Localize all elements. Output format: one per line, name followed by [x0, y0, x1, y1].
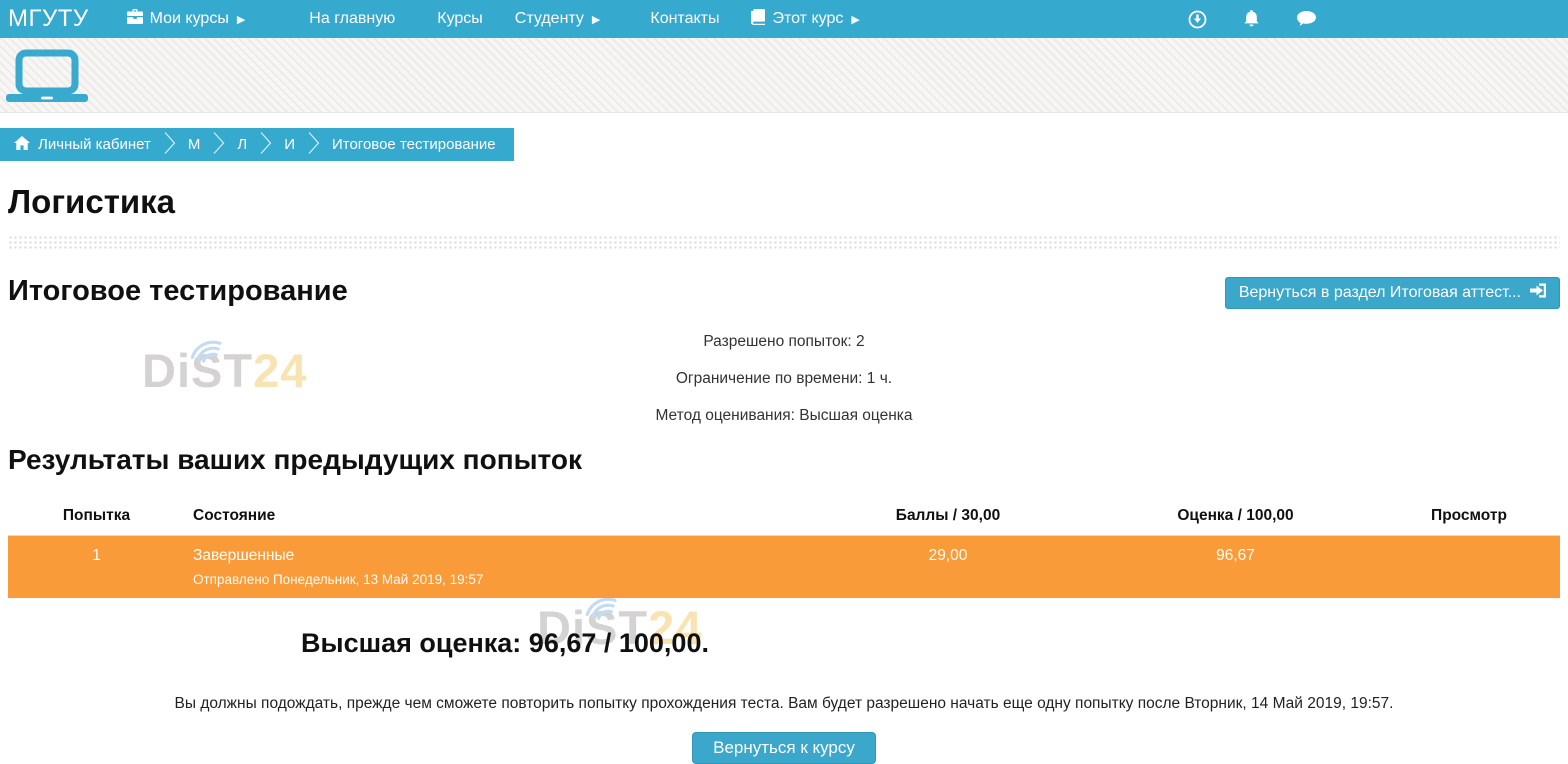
attempt-state-cell: Завершенные Отправлено Понедельник, 13 М…: [185, 536, 803, 599]
back-to-section-button[interactable]: Вернуться в раздел Итоговая аттест...: [1225, 277, 1560, 309]
navbar-right-icons: [1188, 0, 1317, 38]
nav-item-student[interactable]: Студенту ▶: [515, 10, 601, 28]
attempts-table: Попытка Состояние Баллы / 30,00 Оценка /…: [8, 498, 1560, 598]
dotted-divider: [8, 235, 1560, 249]
breadcrumb-separator-icon: [212, 131, 225, 159]
nav-item-label: Этот курс: [772, 10, 843, 28]
back-to-course-label: Вернуться к курсу: [713, 738, 855, 758]
results-heading: Результаты ваших предыдущих попыток: [8, 444, 1560, 476]
brand-logo[interactable]: МГУТУ: [0, 5, 99, 33]
col-header-review: Просмотр: [1378, 498, 1560, 536]
grading-method-text: Метод оценивания: Высшая оценка: [0, 407, 1568, 425]
breadcrumb-item-current: Итоговое тестирование: [332, 136, 496, 153]
attempt-state: Завершенные: [193, 547, 795, 565]
breadcrumb-item-dashboard[interactable]: Личный кабинет: [14, 136, 151, 154]
attempts-table-header-row: Попытка Состояние Баллы / 30,00 Оценка /…: [8, 498, 1560, 536]
nav-item-courses[interactable]: Курсы: [437, 10, 483, 28]
final-grade-text: Высшая оценка: 96,67 / 100,00.: [0, 628, 1010, 659]
nav-item-label: Курсы: [437, 10, 483, 28]
course-title: Логистика: [8, 183, 1560, 221]
breadcrumb-separator-icon: [307, 131, 320, 159]
back-to-course-button[interactable]: Вернуться к курсу: [692, 732, 876, 764]
quiz-info: Разрешено попыток: 2 Ограничение по врем…: [0, 333, 1568, 425]
breadcrumb-item-i[interactable]: И: [284, 136, 295, 153]
attempt-marks-cell: 29,00: [803, 536, 1093, 599]
home-icon: [14, 136, 30, 154]
attempt-submitted-detail: Отправлено Понедельник, 13 Май 2019, 19:…: [193, 572, 795, 587]
nav-item-contacts[interactable]: Контакты: [650, 10, 719, 28]
submenu-arrow-icon: ▶: [237, 13, 245, 26]
col-header-grade: Оценка / 100,00: [1093, 498, 1378, 536]
breadcrumb-item-l[interactable]: Л: [237, 136, 247, 153]
book-icon: [751, 9, 765, 30]
breadcrumb-label: Личный кабинет: [38, 136, 151, 153]
breadcrumb-separator-icon: [163, 131, 176, 159]
submenu-arrow-icon: ▶: [851, 13, 859, 26]
col-header-marks: Баллы / 30,00: [803, 498, 1093, 536]
site-header-band: [0, 38, 1568, 113]
hide-blocks-icon[interactable]: [1188, 10, 1207, 29]
nav-item-label: На главную: [309, 10, 395, 28]
attempt-review-cell: [1378, 536, 1560, 599]
back-to-section-label: Вернуться в раздел Итоговая аттест...: [1239, 284, 1521, 302]
time-limit-text: Ограничение по времени: 1 ч.: [0, 370, 1568, 388]
breadcrumb: Личный кабинет М Л И Итоговое тестирован…: [0, 128, 514, 161]
quiz-title: Итоговое тестирование: [8, 275, 348, 308]
attempt-table-row: 1 Завершенные Отправлено Понедельник, 13…: [8, 536, 1560, 599]
sign-in-arrow-icon: [1530, 283, 1546, 303]
nav-item-this-course[interactable]: Этот курс ▶: [751, 9, 859, 30]
attempt-grade-cell: 96,67: [1093, 536, 1378, 599]
briefcase-icon: [127, 9, 143, 29]
nav-item-home[interactable]: На главную: [309, 10, 395, 28]
nav-item-label: Мои курсы: [150, 10, 229, 28]
nav-item-label: Контакты: [650, 10, 719, 28]
attempt-number-cell: 1: [8, 536, 185, 599]
breadcrumb-separator-icon: [259, 131, 272, 159]
col-header-state: Состояние: [185, 498, 803, 536]
submenu-arrow-icon: ▶: [592, 13, 600, 26]
attempts-allowed-text: Разрешено попыток: 2: [0, 333, 1568, 351]
nav-item-my-courses[interactable]: Мои курсы ▶: [127, 9, 246, 29]
laptop-logo-icon[interactable]: [6, 49, 88, 107]
col-header-attempt: Попытка: [8, 498, 185, 536]
nav-item-label: Студенту: [515, 10, 584, 28]
notifications-bell-icon[interactable]: [1243, 10, 1260, 29]
breadcrumb-item-m[interactable]: М: [188, 136, 201, 153]
quiz-section-head: Итоговое тестирование Вернуться в раздел…: [0, 275, 1568, 315]
top-navbar: МГУТУ Мои курсы ▶ На главную Курсы Студе…: [0, 0, 1568, 38]
wait-message: Вы должны подождать, прежде чем сможете …: [0, 695, 1568, 713]
messages-chat-icon[interactable]: [1296, 11, 1317, 28]
